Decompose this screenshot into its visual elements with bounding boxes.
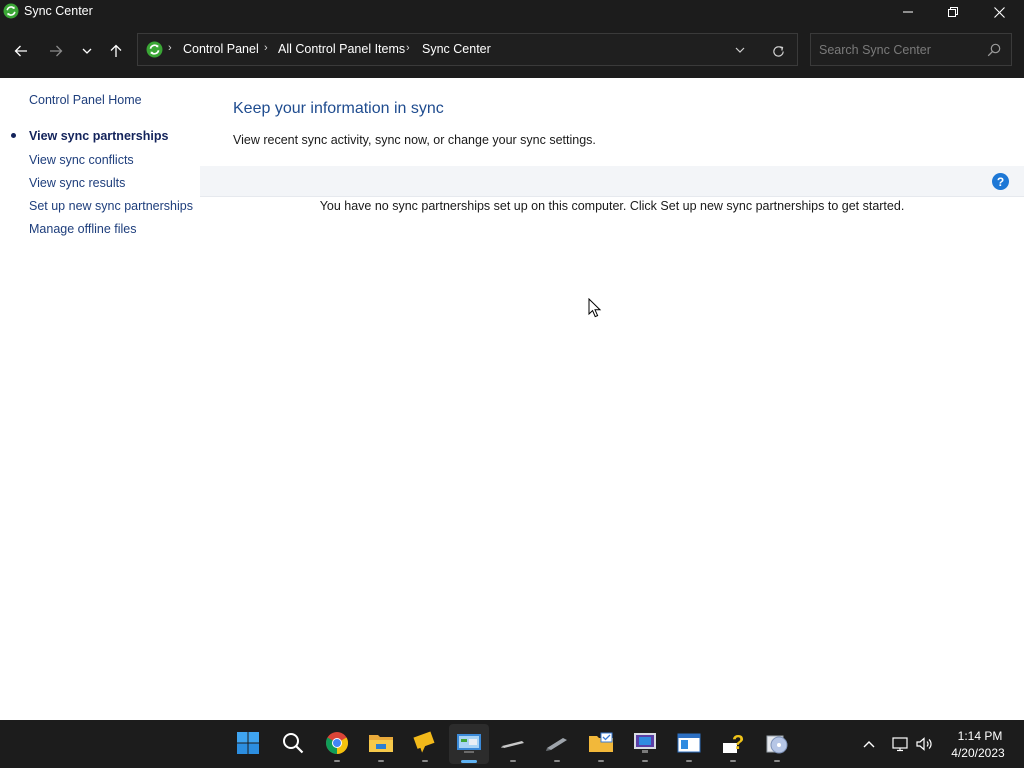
- running-indicator: [730, 760, 736, 762]
- page-title: Keep your information in sync: [233, 100, 444, 117]
- file-explorer-icon: [369, 735, 393, 752]
- sidebar-item-set-up-new-sync-partnerships[interactable]: Set up new sync partnerships: [29, 199, 193, 213]
- arrow-right-icon: [50, 45, 63, 57]
- main-content: Keep your information in sync View recen…: [200, 78, 1024, 720]
- pen-icon: [501, 741, 524, 748]
- taskbar-pen-app[interactable]: [498, 728, 528, 758]
- search-box[interactable]: [810, 33, 1012, 66]
- taskbar-control-panel[interactable]: [454, 728, 484, 758]
- command-bar: ?: [200, 166, 1024, 197]
- minimize-button[interactable]: [885, 0, 931, 24]
- minimize-icon: [903, 11, 913, 13]
- navigation-bar: › Control Panel › All Control Panel Item…: [0, 24, 1024, 78]
- stylus-icon: [546, 738, 567, 751]
- tasks-folder-icon: [589, 732, 613, 752]
- sidebar-item-view-sync-partnerships[interactable]: View sync partnerships: [29, 129, 168, 143]
- breadcrumb-separator-icon[interactable]: ›: [168, 42, 172, 54]
- sidebar: Control Panel Home View sync partnership…: [0, 78, 200, 720]
- address-bar[interactable]: › Control Panel › All Control Panel Item…: [137, 33, 798, 66]
- address-history-button[interactable]: [730, 42, 750, 58]
- running-indicator: [686, 760, 692, 762]
- start-button[interactable]: [233, 728, 263, 758]
- feedback-icon: [413, 731, 435, 753]
- taskbar: ? 1:14 PM 4/20/2023: [0, 720, 1024, 768]
- network-button[interactable]: [890, 734, 912, 754]
- breadcrumb-all-control-panel-items[interactable]: All Control Panel Items: [278, 42, 405, 56]
- taskbar-window-app[interactable]: [674, 728, 704, 758]
- search-icon: [987, 43, 1001, 57]
- window-title: Sync Center: [24, 4, 93, 18]
- running-indicator: [642, 760, 648, 762]
- help-icon: ?: [723, 732, 744, 754]
- start-icon: [237, 732, 259, 754]
- back-button[interactable]: [9, 39, 33, 63]
- arrow-up-icon: [110, 44, 122, 57]
- running-indicator: [334, 760, 340, 762]
- taskbar-stylus-app[interactable]: [542, 728, 572, 758]
- forward-button[interactable]: [44, 39, 68, 63]
- title-bar: Sync Center: [0, 0, 1024, 24]
- running-indicator: [378, 760, 384, 762]
- running-indicator: [598, 760, 604, 762]
- clock-time[interactable]: 1:14 PM: [948, 729, 1012, 743]
- refresh-icon: [772, 45, 784, 57]
- search-input[interactable]: [819, 41, 979, 59]
- speaker-icon: [916, 737, 932, 751]
- mouse-pointer-icon: [588, 298, 602, 318]
- taskbar-tasks-folder[interactable]: [586, 728, 616, 758]
- running-indicator: [774, 760, 780, 762]
- sidebar-item-view-sync-results[interactable]: View sync results: [29, 176, 125, 190]
- help-button[interactable]: ?: [992, 173, 1009, 190]
- volume-button[interactable]: [914, 734, 936, 754]
- sync-center-icon: [146, 41, 163, 58]
- breadcrumb-separator-icon[interactable]: ›: [264, 42, 268, 54]
- svg-text:?: ?: [732, 732, 744, 754]
- chevron-down-icon: [82, 48, 92, 54]
- taskbar-search-button[interactable]: [278, 728, 308, 758]
- control-panel-icon: [457, 734, 481, 753]
- up-button[interactable]: [104, 39, 128, 63]
- taskbar-chrome[interactable]: [322, 728, 352, 758]
- taskbar-disc-tools[interactable]: [762, 728, 792, 758]
- restore-button[interactable]: [930, 0, 976, 24]
- recent-locations-button[interactable]: [75, 39, 99, 63]
- taskbar-remote-desktop[interactable]: [630, 728, 660, 758]
- breadcrumb-separator-icon[interactable]: ›: [406, 42, 410, 54]
- page-subtitle: View recent sync activity, sync now, or …: [233, 133, 596, 147]
- active-indicator: [461, 760, 477, 763]
- running-indicator: [422, 760, 428, 762]
- sync-center-window: Sync Center › Control Panel › All Contro…: [0, 0, 1024, 720]
- sidebar-item-manage-offline-files[interactable]: Manage offline files: [29, 222, 136, 236]
- taskbar-file-explorer[interactable]: [366, 728, 396, 758]
- chevron-up-icon: [863, 741, 875, 748]
- show-hidden-icons-button[interactable]: [858, 734, 880, 754]
- breadcrumb-control-panel[interactable]: Control Panel: [183, 42, 259, 56]
- running-indicator: [554, 760, 560, 762]
- taskbar-help[interactable]: ?: [718, 728, 748, 758]
- refresh-button[interactable]: [768, 41, 788, 61]
- arrow-left-icon: [14, 45, 27, 57]
- taskbar-feedback[interactable]: [410, 728, 440, 758]
- chevron-down-icon: [735, 47, 745, 53]
- clock-date[interactable]: 4/20/2023: [945, 746, 1011, 760]
- selected-bullet-icon: [11, 133, 16, 138]
- disc-tools-icon: [766, 735, 788, 754]
- running-indicator: [510, 760, 516, 762]
- sync-center-icon: [3, 3, 19, 19]
- sidebar-item-view-sync-conflicts[interactable]: View sync conflicts: [29, 153, 134, 167]
- search-icon: [283, 733, 304, 754]
- network-icon: [892, 737, 908, 752]
- empty-partnerships-message: You have no sync partnerships set up on …: [319, 199, 905, 213]
- sidebar-item-control-panel-home[interactable]: Control Panel Home: [29, 93, 142, 107]
- remote-desktop-icon: [634, 733, 656, 753]
- chrome-icon: [326, 732, 348, 754]
- breadcrumb-sync-center[interactable]: Sync Center: [422, 42, 491, 56]
- restore-icon: [948, 7, 958, 17]
- close-button[interactable]: [976, 0, 1022, 24]
- close-icon: [993, 6, 1005, 18]
- window-icon: [677, 733, 701, 753]
